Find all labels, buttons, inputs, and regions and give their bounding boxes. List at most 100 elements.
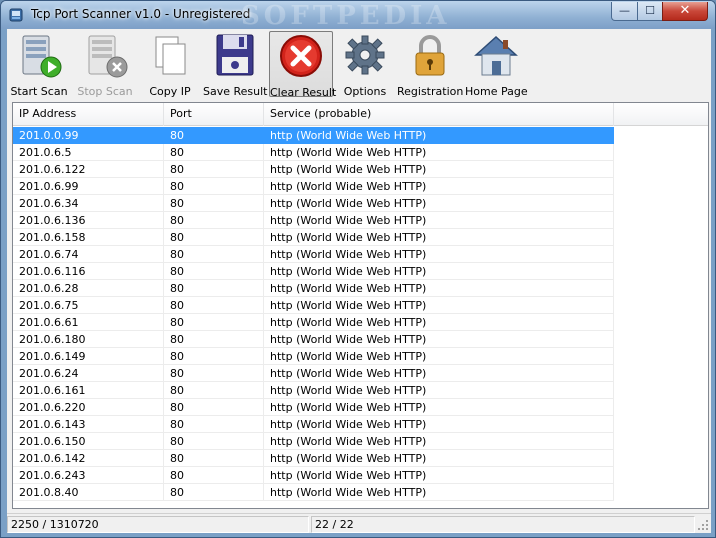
ip-cell: 201.0.6.149 xyxy=(13,348,164,365)
lock-icon xyxy=(415,35,445,76)
results-list[interactable]: IP Address Port Service (probable) 201.0… xyxy=(12,102,709,509)
ip-cell: 201.0.6.61 xyxy=(13,314,164,331)
watermark: SOFTPEDIA xyxy=(241,1,451,31)
floppy-disk-icon xyxy=(216,34,254,76)
port-cell: 80 xyxy=(164,246,264,263)
table-row[interactable]: 201.0.6.142 80 http (World Wide Web HTTP) xyxy=(13,450,708,467)
service-cell: http (World Wide Web HTTP) xyxy=(264,450,614,467)
port-cell: 80 xyxy=(164,297,264,314)
table-row[interactable]: 201.0.6.28 80 http (World Wide Web HTTP) xyxy=(13,280,708,297)
service-cell: http (World Wide Web HTTP) xyxy=(264,365,614,382)
port-cell: 80 xyxy=(164,484,264,501)
column-port[interactable]: Port xyxy=(164,103,264,126)
service-cell: http (World Wide Web HTTP) xyxy=(264,280,614,297)
maximize-button[interactable]: ☐ xyxy=(637,2,663,21)
port-cell: 80 xyxy=(164,161,264,178)
column-service[interactable]: Service (probable) xyxy=(264,103,614,126)
service-cell: http (World Wide Web HTTP) xyxy=(264,229,614,246)
service-cell: http (World Wide Web HTTP) xyxy=(264,195,614,212)
table-row[interactable]: 201.0.6.180 80 http (World Wide Web HTTP) xyxy=(13,331,708,348)
clear-result-label: Clear Result xyxy=(270,86,337,99)
ip-cell: 201.0.6.116 xyxy=(13,263,164,280)
service-cell: http (World Wide Web HTTP) xyxy=(264,127,614,144)
ip-cell: 201.0.6.243 xyxy=(13,467,164,484)
port-cell: 80 xyxy=(164,382,264,399)
ip-cell: 201.0.6.99 xyxy=(13,178,164,195)
ip-cell: 201.0.6.150 xyxy=(13,433,164,450)
port-cell: 80 xyxy=(164,399,264,416)
ip-cell: 201.0.6.74 xyxy=(13,246,164,263)
status-bar: 2250 / 1310720 22 / 22 xyxy=(7,513,711,533)
port-cell: 80 xyxy=(164,280,264,297)
table-row[interactable]: 201.0.6.5 80 http (World Wide Web HTTP) xyxy=(13,144,708,161)
copy-icon xyxy=(155,36,186,75)
gear-icon xyxy=(345,35,385,75)
clear-result-button[interactable]: Clear Result xyxy=(269,31,337,99)
service-cell: http (World Wide Web HTTP) xyxy=(264,297,614,314)
stop-scan-button[interactable]: Stop Scan xyxy=(75,31,135,98)
app-window: Tcp Port Scanner v1.0 - Unregistered SOF… xyxy=(0,0,716,538)
ip-cell: 201.0.6.142 xyxy=(13,450,164,467)
ip-cell: 201.0.6.28 xyxy=(13,280,164,297)
list-rows: 201.0.0.99 80 http (World Wide Web HTTP) 20… xyxy=(13,127,708,501)
port-cell: 80 xyxy=(164,348,264,365)
title-bar[interactable]: Tcp Port Scanner v1.0 - Unregistered SOF… xyxy=(1,1,715,31)
table-row[interactable]: 201.0.6.74 80 http (World Wide Web HTTP) xyxy=(13,246,708,263)
status-found: 22 / 22 xyxy=(311,516,695,533)
home-icon xyxy=(474,35,518,76)
options-label: Options xyxy=(343,85,387,98)
close-button[interactable]: ✕ xyxy=(662,2,708,21)
service-cell: http (World Wide Web HTTP) xyxy=(264,161,614,178)
service-cell: http (World Wide Web HTTP) xyxy=(264,399,614,416)
ip-cell: 201.0.6.161 xyxy=(13,382,164,399)
table-row[interactable]: 201.0.6.116 80 http (World Wide Web HTTP) xyxy=(13,263,708,280)
ip-cell: 201.0.6.180 xyxy=(13,331,164,348)
port-cell: 80 xyxy=(164,195,264,212)
home-page-button[interactable]: Home Page xyxy=(465,31,528,98)
window-title: Tcp Port Scanner v1.0 - Unregistered xyxy=(31,7,251,21)
home-page-label: Home Page xyxy=(465,85,528,98)
start-scan-button[interactable]: Start Scan xyxy=(9,31,69,98)
port-cell: 80 xyxy=(164,144,264,161)
table-row[interactable]: 201.0.6.149 80 http (World Wide Web HTTP) xyxy=(13,348,708,365)
table-row[interactable]: 201.0.6.61 80 http (World Wide Web HTTP) xyxy=(13,314,708,331)
service-cell: http (World Wide Web HTTP) xyxy=(264,212,614,229)
ip-cell: 201.0.0.99 xyxy=(13,127,164,144)
toolbar: Start Scan Stop Scan Copy IP Save Result… xyxy=(7,29,711,99)
table-row[interactable]: 201.0.6.220 80 http (World Wide Web HTTP) xyxy=(13,399,708,416)
table-row[interactable]: 201.0.6.161 80 http (World Wide Web HTTP) xyxy=(13,382,708,399)
table-row[interactable]: 201.0.6.243 80 http (World Wide Web HTTP) xyxy=(13,467,708,484)
clear-x-icon xyxy=(280,35,322,77)
table-row[interactable]: 201.0.6.122 80 http (World Wide Web HTTP) xyxy=(13,161,708,178)
save-result-label: Save Result xyxy=(203,85,268,98)
port-cell: 80 xyxy=(164,365,264,382)
port-cell: 80 xyxy=(164,450,264,467)
minimize-button[interactable]: — xyxy=(611,2,638,21)
registration-button[interactable]: Registration xyxy=(397,31,463,98)
list-header: IP Address Port Service (probable) xyxy=(13,103,708,126)
service-cell: http (World Wide Web HTTP) xyxy=(264,433,614,450)
port-cell: 80 xyxy=(164,314,264,331)
table-row[interactable]: 201.0.6.143 80 http (World Wide Web HTTP) xyxy=(13,416,708,433)
copy-ip-button[interactable]: Copy IP xyxy=(141,31,199,98)
client-area: Start Scan Stop Scan Copy IP Save Result… xyxy=(7,29,711,533)
save-result-button[interactable]: Save Result xyxy=(203,31,268,98)
ip-cell: 201.0.6.220 xyxy=(13,399,164,416)
table-row[interactable]: 201.0.6.24 80 http (World Wide Web HTTP) xyxy=(13,365,708,382)
table-row[interactable]: 201.0.6.150 80 http (World Wide Web HTTP) xyxy=(13,433,708,450)
resize-grip-icon[interactable] xyxy=(697,519,709,531)
table-row[interactable]: 201.0.6.158 80 http (World Wide Web HTTP) xyxy=(13,229,708,246)
ip-cell: 201.0.6.143 xyxy=(13,416,164,433)
options-button[interactable]: Options xyxy=(337,31,393,98)
table-row[interactable]: 201.0.6.75 80 http (World Wide Web HTTP) xyxy=(13,297,708,314)
server-stop-icon xyxy=(88,35,128,78)
column-ip-address[interactable]: IP Address xyxy=(13,103,164,126)
service-cell: http (World Wide Web HTTP) xyxy=(264,246,614,263)
table-row[interactable]: 201.0.6.99 80 http (World Wide Web HTTP) xyxy=(13,178,708,195)
service-cell: http (World Wide Web HTTP) xyxy=(264,331,614,348)
table-row[interactable]: 201.0.6.34 80 http (World Wide Web HTTP) xyxy=(13,195,708,212)
stop-scan-label: Stop Scan xyxy=(77,85,133,98)
table-row[interactable]: 201.0.0.99 80 http (World Wide Web HTTP) xyxy=(13,127,708,144)
table-row[interactable]: 201.0.8.40 80 http (World Wide Web HTTP) xyxy=(13,484,708,501)
table-row[interactable]: 201.0.6.136 80 http (World Wide Web HTTP) xyxy=(13,212,708,229)
